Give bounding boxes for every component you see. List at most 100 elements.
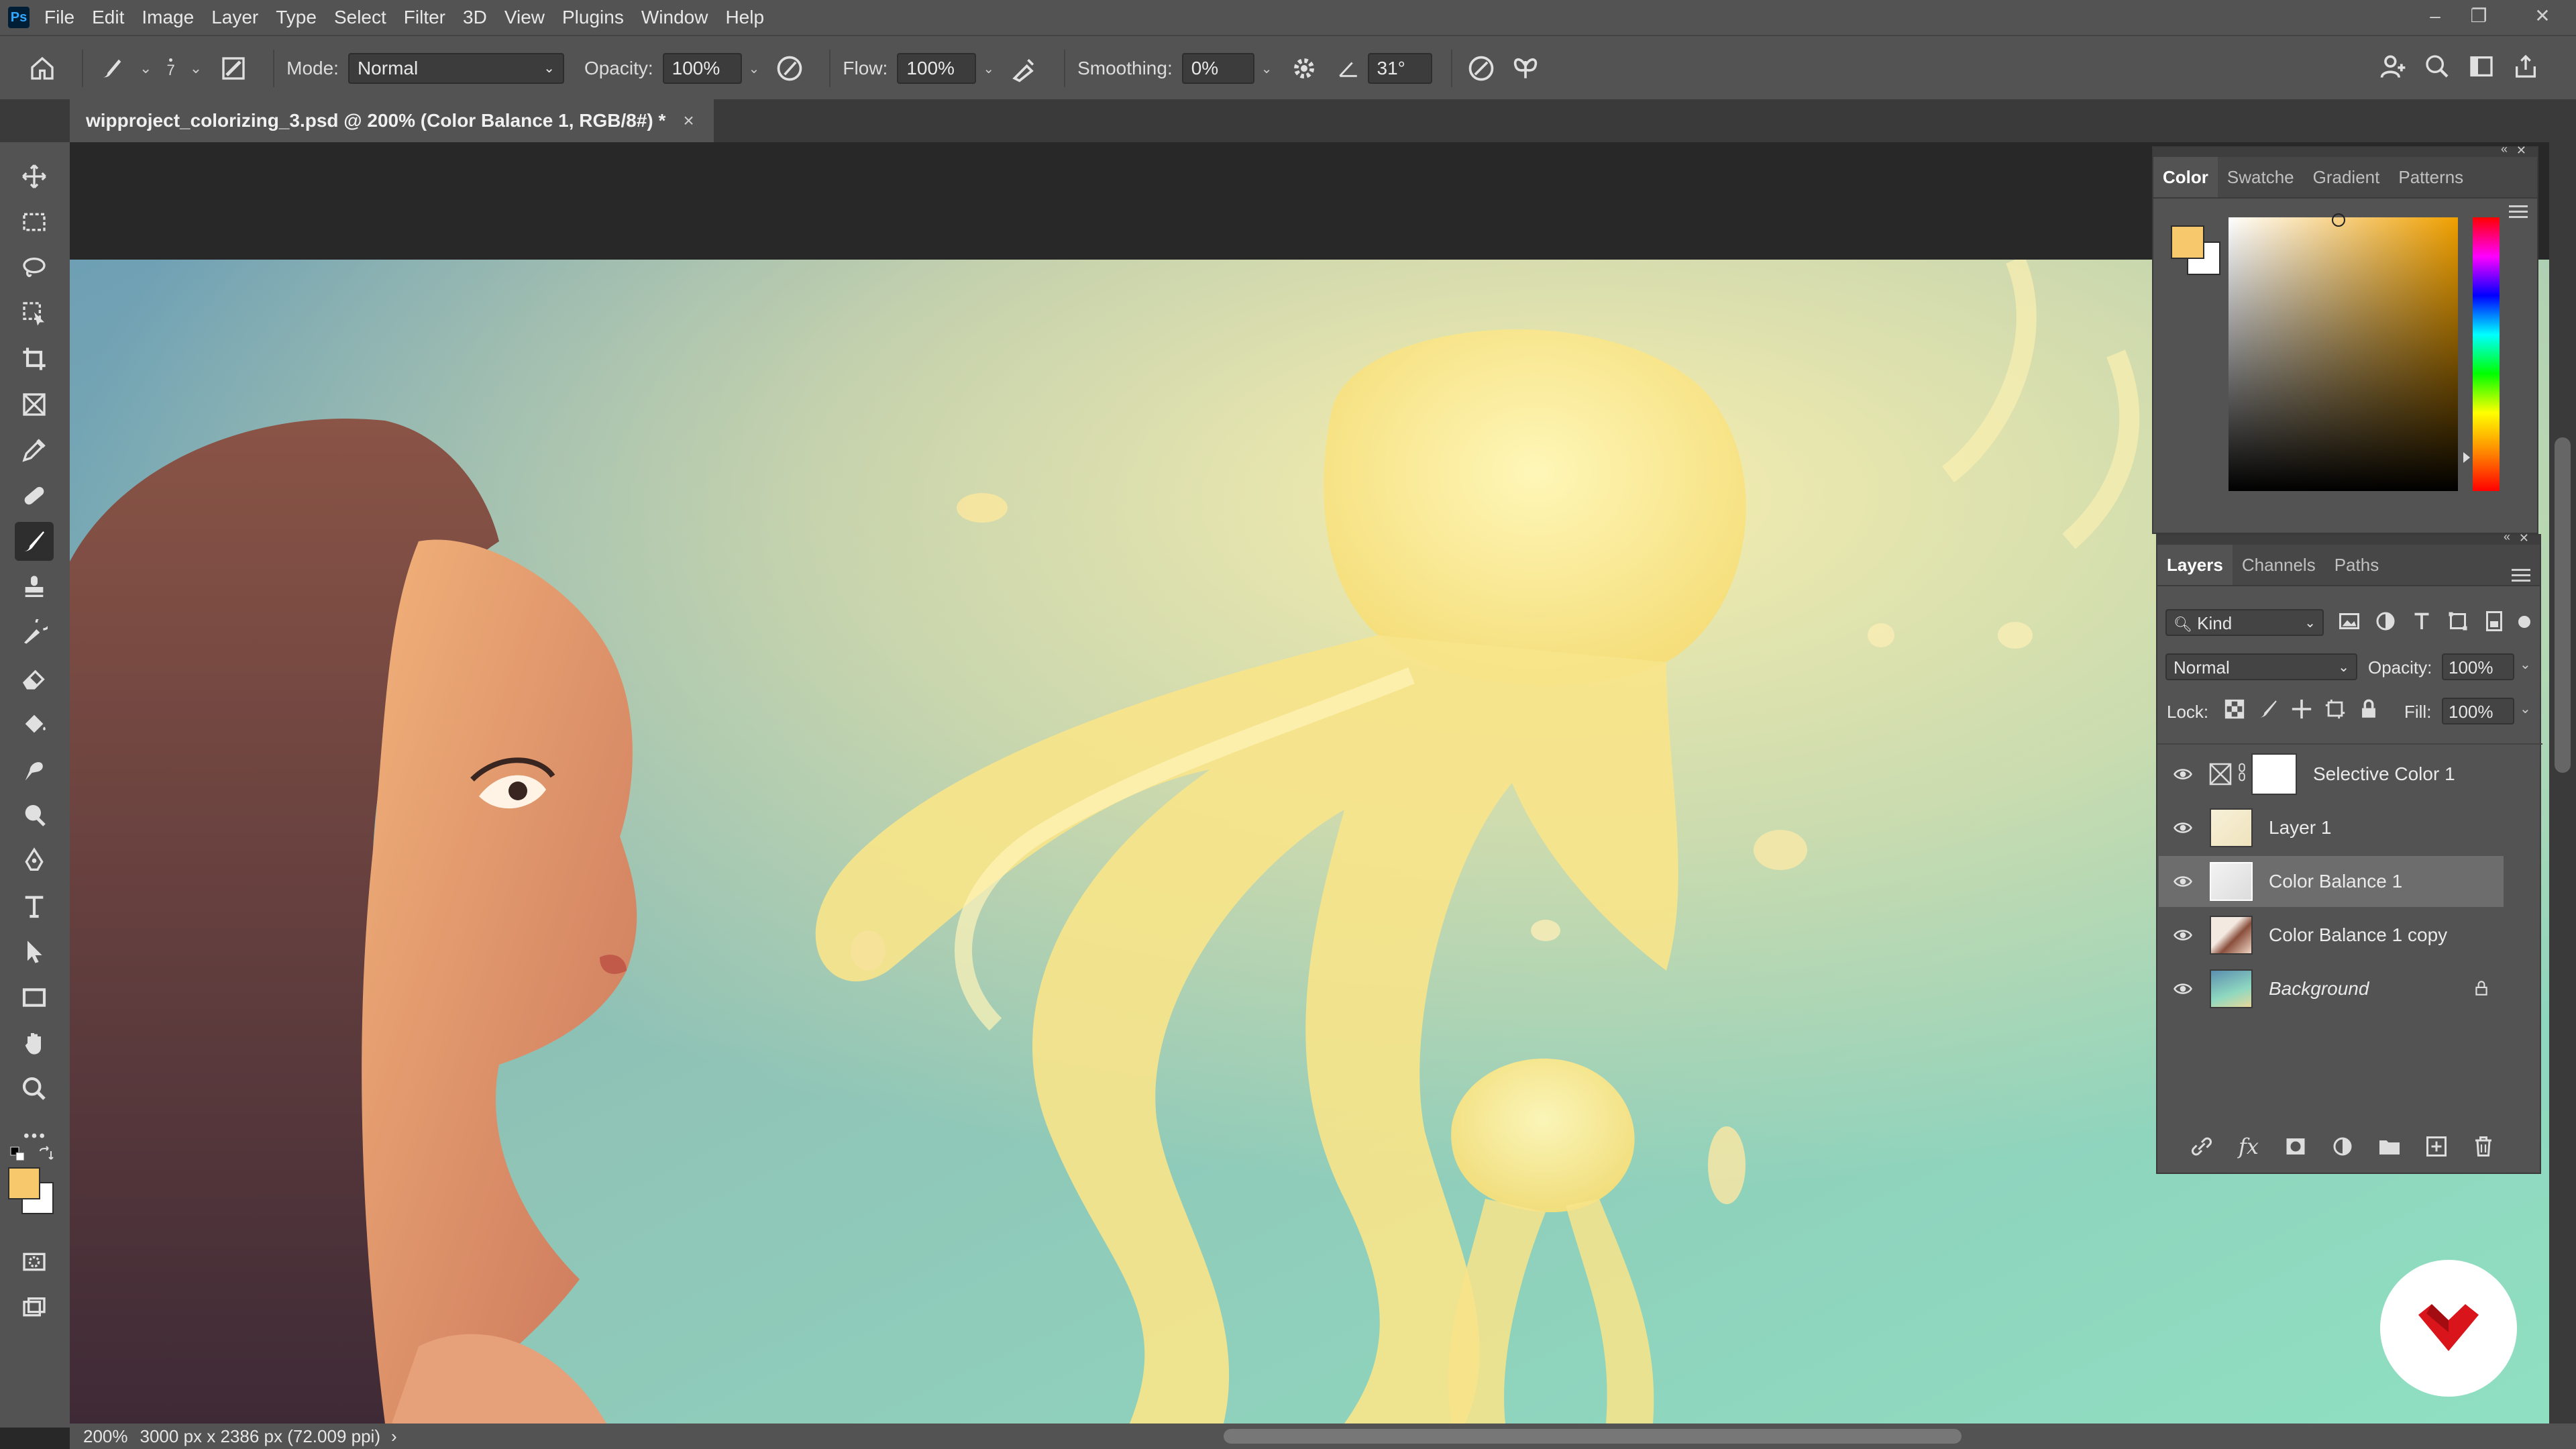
brush-preset-icon[interactable]: [95, 52, 129, 85]
filter-toggle[interactable]: [2518, 609, 2532, 636]
angle-input[interactable]: 31°: [1367, 53, 1432, 84]
menu-plugins[interactable]: Plugins: [562, 7, 624, 28]
zoom-tool-icon[interactable]: [15, 1069, 54, 1108]
minimize-button[interactable]: –: [2412, 0, 2459, 35]
healing-brush-tool-icon[interactable]: [15, 476, 54, 515]
filter-pixel-icon[interactable]: [2337, 609, 2361, 636]
visibility-eye-icon[interactable]: [2168, 802, 2198, 853]
share-export-icon[interactable]: [2509, 50, 2542, 83]
new-adjustment-layer-icon[interactable]: [2322, 1130, 2363, 1163]
new-layer-icon[interactable]: [2416, 1130, 2457, 1163]
color-field-picker[interactable]: [2229, 213, 2458, 491]
menu-file[interactable]: File: [44, 7, 74, 28]
default-colors-icon[interactable]: [9, 1146, 25, 1162]
color-foreground-swatch[interactable]: [2171, 225, 2204, 259]
frame-tool-icon[interactable]: [15, 385, 54, 424]
flow-input[interactable]: 100%: [897, 53, 977, 84]
paint-bucket-tool-icon[interactable]: [15, 704, 54, 743]
tab-channels[interactable]: Channels: [2233, 545, 2325, 585]
filter-shape-icon[interactable]: [2446, 609, 2470, 636]
quick-mask-icon[interactable]: [15, 1242, 54, 1281]
smoothing-input[interactable]: 0%: [1181, 53, 1254, 84]
photoshop-logo[interactable]: Ps: [8, 7, 30, 28]
menu-help[interactable]: Help: [725, 7, 764, 28]
menu-type[interactable]: Type: [276, 7, 317, 28]
opacity-input[interactable]: 100%: [662, 53, 742, 84]
collapse-icon[interactable]: «: [2504, 530, 2510, 544]
layer-mask-thumbnail[interactable]: [2251, 753, 2297, 795]
fill-input[interactable]: 100%: [2442, 698, 2514, 724]
pressure-size-icon[interactable]: [1464, 52, 1498, 85]
filter-adjustment-icon[interactable]: [2373, 609, 2398, 636]
pen-tool-icon[interactable]: [15, 841, 54, 880]
chevron-down-icon[interactable]: ⌄: [190, 60, 202, 77]
marquee-tool-icon[interactable]: [15, 203, 54, 241]
layer-row-layer-1[interactable]: Layer 1: [2159, 802, 2504, 853]
tab-patterns[interactable]: Patterns: [2389, 157, 2473, 197]
foreground-color-swatch[interactable]: [8, 1167, 40, 1199]
menu-image[interactable]: Image: [142, 7, 194, 28]
lock-pixels-icon[interactable]: [2257, 698, 2281, 724]
eraser-tool-icon[interactable]: [15, 659, 54, 698]
close-tab-button[interactable]: ×: [683, 110, 694, 131]
workspace-icon[interactable]: [2465, 50, 2498, 83]
path-selection-tool-icon[interactable]: [15, 932, 54, 971]
history-brush-tool-icon[interactable]: [15, 613, 54, 652]
panel-menu-icon[interactable]: [2512, 569, 2530, 584]
lock-all-icon[interactable]: [2357, 698, 2381, 724]
crop-tool-icon[interactable]: [15, 339, 54, 378]
chevron-down-icon[interactable]: ⌄: [2520, 656, 2531, 673]
filter-smart-object-icon[interactable]: [2482, 609, 2506, 636]
share-user-icon[interactable]: [2376, 50, 2410, 83]
blend-mode-select[interactable]: Normal ⌄: [2165, 653, 2357, 680]
filter-type-icon[interactable]: [2410, 609, 2434, 636]
brush-size-picker[interactable]: 7: [166, 58, 175, 79]
close-panel-icon[interactable]: ✕: [2516, 144, 2526, 158]
menu-view[interactable]: View: [504, 7, 545, 28]
document-info[interactable]: 3000 px x 2386 px (72.009 ppi): [140, 1426, 380, 1447]
tab-layers[interactable]: Layers: [2157, 545, 2233, 585]
rectangle-tool-icon[interactable]: [15, 978, 54, 1017]
visibility-eye-icon[interactable]: [2168, 856, 2198, 907]
lock-transparent-icon[interactable]: [2223, 698, 2247, 724]
layer-row-color-balance-1[interactable]: Color Balance 1: [2159, 856, 2504, 907]
clone-stamp-tool-icon[interactable]: [15, 568, 54, 606]
horizontal-scroll-thumb[interactable]: [1224, 1429, 1962, 1444]
restore-button[interactable]: ❐: [2455, 0, 2502, 35]
link-layers-icon[interactable]: [2182, 1130, 2222, 1163]
menu-filter[interactable]: Filter: [404, 7, 445, 28]
menu-edit[interactable]: Edit: [92, 7, 124, 28]
smudge-tool-icon[interactable]: [15, 750, 54, 789]
brush-tool-icon[interactable]: [15, 522, 54, 561]
visibility-eye-icon[interactable]: [2168, 910, 2198, 961]
zoom-level[interactable]: 200%: [83, 1426, 128, 1447]
lasso-tool-icon[interactable]: [15, 248, 54, 287]
swap-colors-icon[interactable]: [38, 1146, 54, 1162]
close-window-button[interactable]: ✕: [2519, 0, 2566, 35]
brush-settings-icon[interactable]: [217, 52, 250, 85]
lock-artboard-icon[interactable]: [2324, 698, 2348, 724]
menu-layer[interactable]: Layer: [211, 7, 258, 28]
lock-position-icon[interactable]: [2290, 698, 2314, 724]
fx-icon[interactable]: fx: [2229, 1130, 2269, 1163]
layer-thumbnail[interactable]: [2210, 808, 2253, 847]
chevron-down-icon[interactable]: ⌄: [983, 60, 994, 77]
layer-filter-select[interactable]: 🔍︎ Kind ⌄: [2165, 609, 2324, 636]
visibility-eye-icon[interactable]: [2168, 749, 2198, 800]
gear-icon[interactable]: [1287, 52, 1321, 85]
status-arrow-icon[interactable]: ›: [391, 1426, 397, 1447]
panel-menu-icon[interactable]: [2509, 205, 2528, 220]
document-tab[interactable]: wipproject_colorizing_3.psd @ 200% (Colo…: [70, 99, 714, 142]
hand-tool-icon[interactable]: [15, 1024, 54, 1063]
visibility-eye-icon[interactable]: [2168, 963, 2198, 1014]
collapse-icon[interactable]: «: [2501, 142, 2508, 156]
layer-opacity-input[interactable]: 100%: [2442, 653, 2514, 680]
tab-swatches[interactable]: Swatche: [2218, 157, 2304, 197]
hue-slider[interactable]: [2463, 217, 2500, 491]
menu-3d[interactable]: 3D: [463, 7, 487, 28]
search-icon[interactable]: [2420, 50, 2454, 83]
screen-mode-icon[interactable]: [15, 1288, 54, 1327]
layer-row-background[interactable]: Background: [2159, 963, 2504, 1014]
move-tool-icon[interactable]: [15, 157, 54, 196]
type-tool-icon[interactable]: [15, 887, 54, 926]
